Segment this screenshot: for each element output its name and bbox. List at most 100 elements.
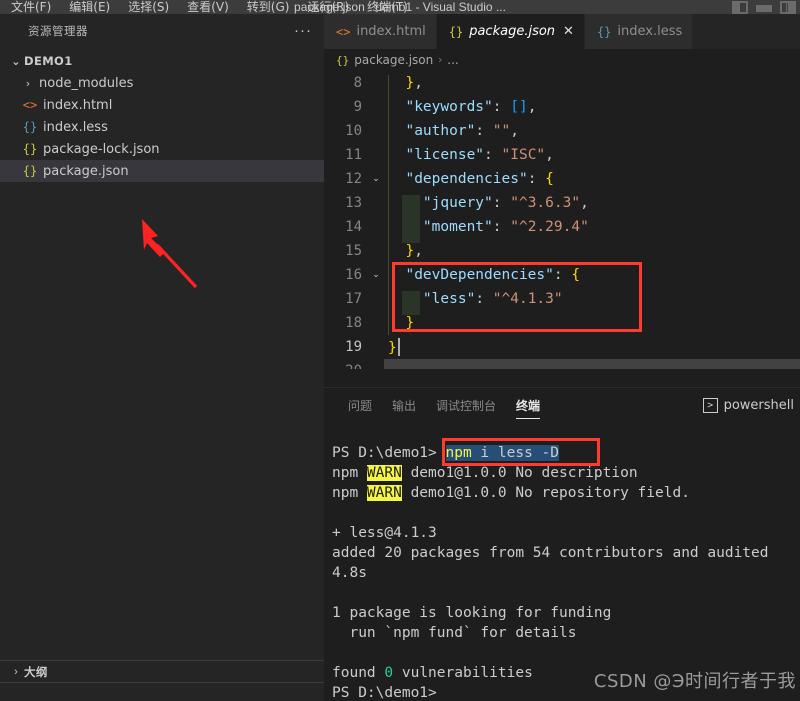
toggle-panel-icon[interactable]	[756, 5, 772, 12]
terminal-command-args: i less -D	[471, 445, 560, 461]
warn-badge: WARN	[366, 465, 402, 481]
code-line: 11 "license": "ISC",	[324, 143, 800, 171]
json-file-icon: {}	[336, 53, 350, 67]
tab-package-json[interactable]: {} package.json ✕	[436, 14, 585, 49]
breadcrumb-trail[interactable]: ...	[447, 53, 458, 67]
sidebar-bottom-strip	[0, 682, 324, 701]
terminal-line: found 0 vulnerabilities	[332, 663, 800, 683]
editor-horizontal-scrollbar[interactable]	[384, 359, 800, 369]
tab-label: package.json	[469, 24, 556, 39]
tab-debug-console[interactable]: 调试控制台	[426, 388, 506, 423]
code-line: 18 }	[324, 311, 800, 339]
terminal-text: demo1@1.0.0 No repository field.	[401, 485, 690, 501]
fold-chevron-down-icon[interactable]: ⌄	[368, 270, 384, 280]
terminal-line: PS D:\demo1>	[332, 685, 437, 701]
tree-item-package-lock-json[interactable]: {} package-lock.json	[0, 138, 324, 160]
menu-run[interactable]: 运行(R)	[298, 1, 358, 13]
line-number: 18	[345, 315, 362, 331]
toggle-primary-sidebar-icon[interactable]	[732, 0, 748, 14]
line-number: 9	[353, 99, 362, 115]
close-icon[interactable]: ✕	[563, 24, 574, 39]
menu-bar: 文件(F) 编辑(E) 选择(S) 查看(V) 转到(G) 运行(R) 终端(T…	[0, 1, 417, 13]
line-number: 17	[345, 291, 362, 307]
terminal-command-keyword: npm	[445, 445, 472, 461]
terminal-text: npm	[332, 465, 367, 481]
warn-badge: WARN	[366, 485, 402, 501]
tab-problems[interactable]: 问题	[338, 388, 382, 423]
shell-name-label[interactable]: powershell	[724, 398, 794, 413]
chevron-right-icon: ›	[14, 665, 18, 678]
explorer-header: 资源管理器 ···	[0, 14, 324, 48]
terminal-output[interactable]: PS D:\demo1> npm i less -D npm WARN demo…	[324, 423, 800, 701]
tree-item-index-html[interactable]: <> index.html	[0, 94, 324, 116]
fold-chevron-down-icon[interactable]: ⌄	[368, 174, 384, 184]
terminal-text: demo1@1.0.0 No description	[401, 465, 638, 481]
toggle-secondary-sidebar-icon[interactable]	[780, 0, 796, 14]
explorer-sidebar: 资源管理器 ··· ⌄ DEMO1 › node_modules <> inde…	[0, 14, 324, 701]
tree-root-demo1[interactable]: ⌄ DEMO1	[0, 50, 324, 72]
code-line: 15 },	[324, 239, 800, 267]
menu-file[interactable]: 文件(F)	[2, 1, 60, 13]
code-line: 12 ⌄ "dependencies": {	[324, 167, 800, 195]
tree-item-node-modules[interactable]: › node_modules	[0, 72, 324, 94]
html-file-icon: <>	[336, 24, 351, 39]
line-number: 13	[345, 195, 362, 211]
code-text: }	[384, 338, 400, 356]
line-number: 15	[345, 243, 362, 259]
tree-item-package-json[interactable]: {} package.json	[0, 160, 324, 182]
terminal-prompt: PS D:\demo1>	[332, 445, 437, 461]
code-editor[interactable]: 8 }, 9 "keywords": [], 10 "author": "", …	[324, 71, 800, 369]
menu-view[interactable]: 查看(V)	[178, 1, 238, 13]
code-text: "license": "ISC",	[384, 147, 554, 171]
terminal-line: npm WARN demo1@1.0.0 No repository field…	[332, 483, 800, 503]
code-line: 9 "keywords": [],	[324, 95, 800, 123]
line-number: 10	[345, 123, 362, 139]
tree-item-label: index.less	[43, 119, 108, 135]
tab-output[interactable]: 输出	[382, 388, 426, 423]
code-text: }	[384, 315, 414, 339]
code-text: "jquery": "^3.6.3",	[384, 195, 589, 219]
terminal-text: found	[332, 665, 385, 681]
more-actions-icon[interactable]: ···	[294, 23, 312, 38]
terminal-text: vulnerabilities	[393, 665, 533, 681]
code-line: 14 "moment": "^2.29.4"	[324, 215, 800, 243]
json-file-icon: {}	[22, 164, 38, 178]
bottom-panel: 问题 输出 调试控制台 终端 > powershell PS D:\demo1>…	[324, 387, 800, 701]
outline-section[interactable]: › 大纲	[0, 660, 324, 682]
code-line: 13 "jquery": "^3.6.3",	[324, 191, 800, 219]
panel-tab-bar: 问题 输出 调试控制台 终端 > powershell	[324, 388, 800, 423]
chevron-right-icon: ›	[438, 54, 443, 66]
json-file-icon: {}	[448, 24, 464, 39]
editor-tab-bar: <> index.html {} package.json ✕ {} index…	[324, 14, 800, 49]
editor-group: <> index.html {} package.json ✕ {} index…	[324, 14, 800, 701]
tab-index-less[interactable]: {} index.less	[584, 14, 694, 49]
menu-goto[interactable]: 转到(G)	[238, 1, 299, 13]
tree-item-label: package.json	[43, 163, 129, 179]
tab-index-html[interactable]: <> index.html	[324, 14, 437, 49]
menu-edit[interactable]: 编辑(E)	[60, 1, 119, 13]
line-number: 12	[345, 171, 362, 187]
powershell-icon[interactable]: >	[702, 398, 718, 413]
tab-label: index.less	[617, 24, 683, 39]
tree-root-label: DEMO1	[24, 54, 73, 68]
code-line: 8 },	[324, 71, 800, 99]
menu-selection[interactable]: 选择(S)	[119, 1, 178, 13]
code-text: },	[384, 243, 423, 267]
code-text: "keywords": [],	[384, 99, 536, 123]
line-number: 19	[345, 339, 362, 355]
outline-label: 大纲	[24, 664, 48, 679]
panel-actions: > powershell	[702, 388, 794, 423]
line-number: 11	[345, 147, 362, 163]
code-text: "author": "",	[384, 123, 519, 147]
menu-terminal[interactable]: 终端(T)	[358, 1, 417, 13]
code-text: "less": "^4.1.3"	[384, 291, 563, 315]
code-text: "dependencies": {	[384, 171, 554, 195]
breadcrumb-file[interactable]: package.json	[354, 53, 433, 67]
tab-terminal[interactable]: 终端	[506, 388, 550, 423]
terminal-line: 4.8s	[332, 565, 367, 581]
breadcrumb[interactable]: {} package.json › ...	[324, 49, 800, 71]
terminal-line: PS D:\demo1> npm i less -D	[332, 443, 800, 463]
tree-item-index-less[interactable]: {} index.less	[0, 116, 324, 138]
html-file-icon: <>	[22, 98, 38, 112]
